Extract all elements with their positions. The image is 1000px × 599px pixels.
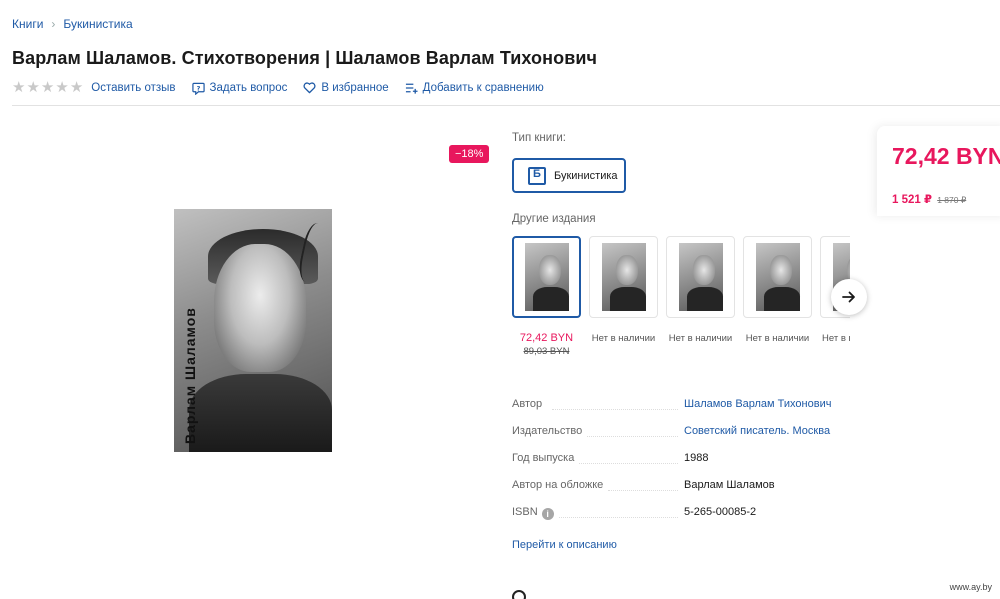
edition-thumbnail[interactable] <box>512 236 581 318</box>
watermark: www.ay.by <box>949 582 992 592</box>
edition-price: 72,42 BYN <box>519 332 574 344</box>
edition-cover-image <box>678 243 723 311</box>
edition-old-price: 89,03 BYN <box>523 346 570 357</box>
other-editions-carousel: 72,42 BYN 89,03 BYN Нет в наличии Нет в … <box>512 236 850 361</box>
star-icon[interactable]: ★ <box>41 80 54 96</box>
compare-list-icon <box>405 83 418 94</box>
star-icon[interactable]: ★ <box>26 80 39 96</box>
book-type-option-antiquarian[interactable]: Букинистика <box>512 158 626 193</box>
star-icon[interactable]: ★ <box>55 80 68 96</box>
edition-cover-image <box>524 243 569 311</box>
edition-thumbnail[interactable] <box>666 236 735 318</box>
header-divider <box>12 105 1000 106</box>
price-rub: 1 521 ₽ 1 870 ₽ <box>892 192 966 206</box>
spec-value: 1988 <box>684 452 709 464</box>
book-type-selected-label: Букинистика <box>554 169 618 182</box>
info-icon[interactable]: i <box>541 508 554 520</box>
cover-author-text: Варлам Шаламов <box>182 307 198 444</box>
rating-stars[interactable]: ★ ★ ★ ★ ★ <box>12 80 83 96</box>
star-icon[interactable]: ★ <box>12 80 25 96</box>
edition-status: Нет в наличии <box>745 333 810 344</box>
spec-value-publisher-link[interactable]: Советский писатель. Москва <box>684 425 830 437</box>
cover-portrait-face <box>214 244 306 372</box>
edition-card[interactable]: Нет в наличии <box>666 236 735 344</box>
breadcrumb-item-books[interactable]: Книги <box>12 17 43 31</box>
edition-card[interactable]: 72,42 BYN 89,03 BYN <box>512 236 581 357</box>
chevron-right-icon: › <box>51 17 56 31</box>
favorites-label: В избранное <box>321 82 389 94</box>
svg-text:?: ? <box>196 84 200 92</box>
spec-row-year: Год выпуска 1988 <box>512 450 842 477</box>
edition-status: Нет в наличии <box>591 333 656 344</box>
go-to-description-link[interactable]: Перейти к описанию <box>512 539 617 551</box>
edition-card[interactable]: Нет в наличии <box>743 236 812 344</box>
spec-row-publisher: Издательство Советский писатель. Москва <box>512 423 842 450</box>
page-title: Варлам Шаламов. Стихотворения | Шаламов … <box>12 48 598 68</box>
price-rub-value: 1 521 ₽ <box>892 194 932 206</box>
edition-thumbnail[interactable] <box>589 236 658 318</box>
spec-row-cover-author: Автор на обложке Варлам Шаламов <box>512 477 842 504</box>
ask-question-button[interactable]: ? Задать вопрос <box>191 82 288 95</box>
spec-row-author: Автор Шаламов Варлам Тихонович <box>512 396 842 423</box>
question-label: Задать вопрос <box>209 82 288 94</box>
book-type-label: Тип книги: <box>512 132 566 144</box>
spec-key: Год выпуска <box>512 452 579 464</box>
spec-row-isbn: ISBN i 5-265-00085-2 <box>512 504 842 531</box>
edition-cover-image <box>755 243 800 311</box>
spec-key: Автор на обложке <box>512 479 608 491</box>
spec-value: 5-265-00085-2 <box>684 506 757 518</box>
spec-value: Варлам Шаламов <box>684 479 775 491</box>
breadcrumb-item-antiquarian[interactable]: Букинистика <box>63 17 132 31</box>
product-actions: ★ ★ ★ ★ ★ Оставить отзыв ? Задать вопрос… <box>12 80 560 96</box>
review-label: Оставить отзыв <box>91 82 176 94</box>
arrow-right-icon <box>842 291 855 303</box>
book-icon <box>528 166 546 185</box>
spec-dots <box>554 517 678 518</box>
edition-status: Нет в наличии <box>668 333 733 344</box>
breadcrumb: Книги › Букинистика <box>12 17 133 31</box>
spec-key: Издательство <box>512 425 587 437</box>
partial-heading-glyph <box>512 590 526 599</box>
star-icon[interactable]: ★ <box>70 80 83 96</box>
cover-portrait-coat <box>189 374 332 452</box>
other-editions-label: Другие издания <box>512 213 596 225</box>
compare-label: Добавить к сравнению <box>422 82 544 94</box>
carousel-next-button[interactable] <box>831 279 867 315</box>
price-card: 72,42 BYN 1 521 ₽ 1 870 ₽ <box>877 126 1000 216</box>
question-bubble-icon: ? <box>191 82 205 95</box>
edition-thumbnail[interactable] <box>743 236 812 318</box>
edition-card[interactable]: Нет в наличии <box>589 236 658 344</box>
spec-key-isbn: ISBN i <box>512 506 558 520</box>
spec-value-author-link[interactable]: Шаламов Варлам Тихонович <box>684 398 831 410</box>
spec-dots <box>608 490 678 491</box>
discount-badge: −18% <box>449 145 490 163</box>
add-to-favorites-button[interactable]: В избранное <box>303 82 389 94</box>
spec-dots <box>552 409 678 410</box>
heart-icon <box>303 82 316 94</box>
specs-table: Автор Шаламов Варлам Тихонович Издательс… <box>512 396 842 531</box>
edition-cover-image <box>601 243 646 311</box>
add-to-compare-button[interactable]: Добавить к сравнению <box>405 82 544 94</box>
spec-key: Автор <box>512 398 547 410</box>
edition-status: Нет в наличии <box>822 333 850 344</box>
book-cover-image[interactable]: Варлам Шаламов <box>174 209 332 452</box>
current-price: 72,42 BYN <box>892 143 1000 169</box>
spec-key: ISBN <box>512 506 538 518</box>
leave-review-button[interactable]: Оставить отзыв <box>91 82 175 94</box>
price-rub-old: 1 870 ₽ <box>937 195 967 205</box>
